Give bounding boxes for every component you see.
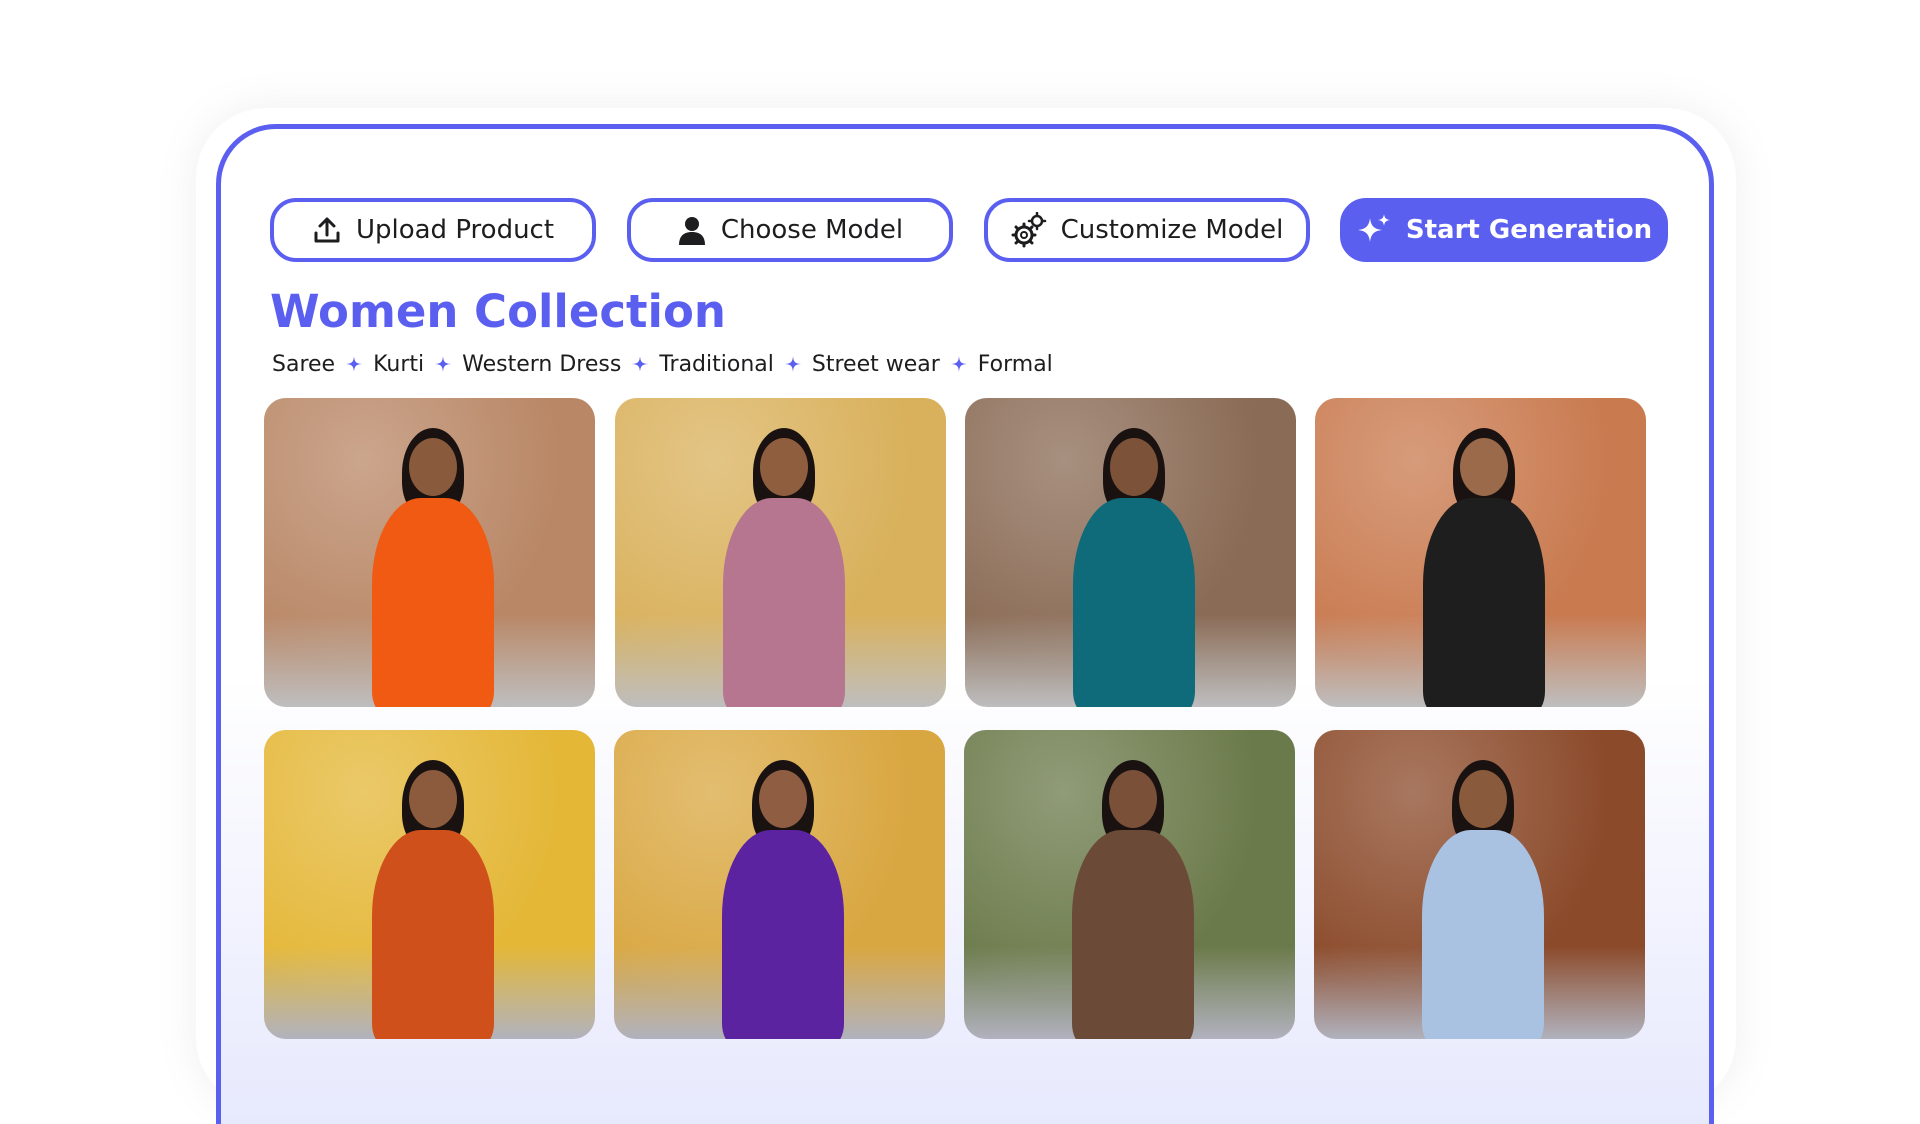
category-list: Saree Kurti Western Dress Traditional St… xyxy=(272,346,1053,382)
gallery-tile-2[interactable] xyxy=(615,398,946,707)
star-separator-icon xyxy=(435,356,452,372)
customize-model-label: Customize Model xyxy=(1060,215,1284,245)
upload-product-label: Upload Product xyxy=(355,215,555,245)
gallery-tile-4[interactable] xyxy=(1315,398,1646,707)
category-traditional[interactable]: Traditional xyxy=(659,352,774,377)
model-figure xyxy=(1315,398,1646,707)
gallery-tile-5[interactable] xyxy=(264,730,595,1039)
model-figure xyxy=(264,398,595,707)
category-street-wear[interactable]: Street wear xyxy=(812,352,940,377)
sparkle-icon xyxy=(1356,212,1392,248)
upload-icon xyxy=(312,215,342,245)
star-separator-icon xyxy=(784,356,801,372)
start-generation-button[interactable]: Start Generation xyxy=(1340,198,1668,262)
model-figure xyxy=(615,398,946,707)
category-formal[interactable]: Formal xyxy=(978,352,1053,377)
gallery-tile-3[interactable] xyxy=(965,398,1296,707)
collection-title: Women Collection xyxy=(270,285,726,338)
model-figure xyxy=(264,730,595,1039)
person-icon xyxy=(677,215,707,245)
star-separator-icon xyxy=(950,356,967,372)
start-generation-label: Start Generation xyxy=(1405,215,1653,245)
model-figure xyxy=(964,730,1295,1039)
category-western-dress[interactable]: Western Dress xyxy=(462,352,621,377)
star-separator-icon xyxy=(346,356,363,372)
category-kurti[interactable]: Kurti xyxy=(373,352,424,377)
gears-icon xyxy=(1011,212,1047,248)
gallery-tile-1[interactable] xyxy=(264,398,595,707)
category-saree[interactable]: Saree xyxy=(272,352,335,377)
gallery-tile-8[interactable] xyxy=(1314,730,1645,1039)
upload-product-button[interactable]: Upload Product xyxy=(270,198,596,262)
choose-model-button[interactable]: Choose Model xyxy=(627,198,953,262)
model-figure xyxy=(1314,730,1645,1039)
customize-model-button[interactable]: Customize Model xyxy=(984,198,1310,262)
model-figure xyxy=(614,730,945,1039)
choose-model-label: Choose Model xyxy=(720,215,904,245)
gallery-tile-6[interactable] xyxy=(614,730,945,1039)
gallery-tile-7[interactable] xyxy=(964,730,1295,1039)
star-separator-icon xyxy=(632,356,649,372)
model-figure xyxy=(965,398,1296,707)
